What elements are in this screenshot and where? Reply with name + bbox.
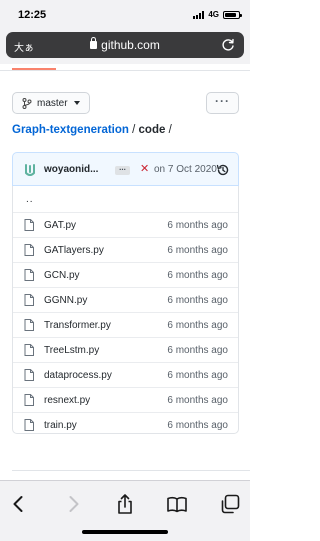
- lock-icon: [90, 37, 98, 49]
- file-icon: [24, 244, 34, 256]
- file-icon: [24, 219, 34, 231]
- file-row[interactable]: dataprocess.py 6 months ago: [13, 362, 238, 387]
- file-name-link[interactable]: Transformer.py: [44, 320, 111, 331]
- bookmarks-icon[interactable]: [166, 493, 188, 515]
- parent-directory-link[interactable]: ..: [26, 194, 34, 205]
- share-icon[interactable]: [114, 493, 136, 515]
- signal-icon: [193, 10, 205, 19]
- latest-commit-box: woyaonid... ... ✕ on 7 Oct 2020: [12, 152, 239, 186]
- breadcrumb: Graph-textgeneration / code /: [12, 124, 172, 136]
- file-icon: [24, 369, 34, 381]
- file-icon: [24, 319, 34, 331]
- file-icon: [24, 419, 34, 431]
- branch-name: master: [37, 97, 68, 109]
- file-name-link[interactable]: GAT.py: [44, 220, 76, 231]
- branch-icon: [22, 97, 32, 109]
- file-row[interactable]: TreeLstm.py 6 months ago: [13, 337, 238, 362]
- home-indicator: [82, 530, 168, 534]
- url-display[interactable]: github.com: [6, 37, 244, 52]
- file-name-link[interactable]: GATlayers.py: [44, 245, 104, 256]
- commit-message-expand-button[interactable]: ...: [115, 164, 130, 175]
- file-name-link[interactable]: GCN.py: [44, 270, 80, 281]
- status-time: 12:25: [18, 9, 47, 21]
- file-row[interactable]: GATlayers.py 6 months ago: [13, 237, 238, 262]
- more-options-button[interactable]: ···: [206, 92, 239, 114]
- file-icon: [24, 294, 34, 306]
- file-name-link[interactable]: dataprocess.py: [44, 370, 112, 381]
- caret-down-icon: [73, 101, 80, 105]
- browser-top-bar: 大ぁ github.com: [0, 30, 250, 64]
- back-icon[interactable]: [8, 493, 30, 515]
- divider: [12, 470, 250, 471]
- battery-icon: [223, 10, 242, 19]
- tabs-icon[interactable]: [219, 493, 241, 515]
- file-row[interactable]: GGNN.py 6 months ago: [13, 287, 238, 312]
- file-icon: [24, 344, 34, 356]
- file-name-link[interactable]: train.py: [44, 420, 77, 431]
- file-age: 6 months ago: [167, 270, 228, 281]
- divider: [0, 70, 250, 71]
- file-name-link[interactable]: GGNN.py: [44, 295, 87, 306]
- file-age: 6 months ago: [167, 220, 228, 231]
- forward-icon[interactable]: [62, 493, 84, 515]
- commit-author[interactable]: woyaonid...: [44, 164, 98, 175]
- file-age: 6 months ago: [167, 295, 228, 306]
- commit-date: on 7 Oct 2020: [154, 164, 217, 175]
- file-row[interactable]: GCN.py 6 months ago: [13, 262, 238, 287]
- status-bar: 12:25 4G: [0, 0, 250, 30]
- breadcrumb-current-dir: code: [138, 124, 166, 136]
- url-domain: github.com: [101, 38, 160, 52]
- file-age: 6 months ago: [167, 345, 228, 356]
- file-age: 6 months ago: [167, 370, 228, 381]
- breadcrumb-separator: /: [128, 124, 139, 136]
- file-age: 6 months ago: [167, 395, 228, 406]
- reload-icon[interactable]: [220, 37, 236, 53]
- file-row[interactable]: train.py 6 months ago: [13, 412, 238, 433]
- file-age: 6 months ago: [167, 320, 228, 331]
- file-row[interactable]: GAT.py 6 months ago: [13, 212, 238, 237]
- breadcrumb-repo-link[interactable]: Graph-textgeneration: [12, 124, 129, 136]
- file-row[interactable]: Transformer.py 6 months ago: [13, 312, 238, 337]
- branch-selector-button[interactable]: master: [12, 92, 90, 114]
- parent-directory-row[interactable]: ..: [13, 186, 238, 212]
- file-row[interactable]: resnext.py 6 months ago: [13, 387, 238, 412]
- status-indicators: 4G: [193, 10, 242, 19]
- avatar[interactable]: [22, 162, 38, 178]
- breadcrumb-separator-trailing: /: [165, 124, 172, 136]
- file-name-link[interactable]: TreeLstm.py: [44, 345, 99, 356]
- file-age: 6 months ago: [167, 420, 228, 431]
- history-icon[interactable]: [216, 163, 230, 177]
- file-name-link[interactable]: resnext.py: [44, 395, 90, 406]
- address-bar[interactable]: 大ぁ github.com: [6, 32, 244, 58]
- file-age: 6 months ago: [167, 245, 228, 256]
- build-failed-icon[interactable]: ✕: [140, 164, 149, 175]
- file-icon: [24, 269, 34, 281]
- network-type: 4G: [208, 10, 219, 19]
- file-icon: [24, 394, 34, 406]
- file-list: .. GAT.py 6 months ago GATlayers.py 6 mo…: [12, 186, 239, 434]
